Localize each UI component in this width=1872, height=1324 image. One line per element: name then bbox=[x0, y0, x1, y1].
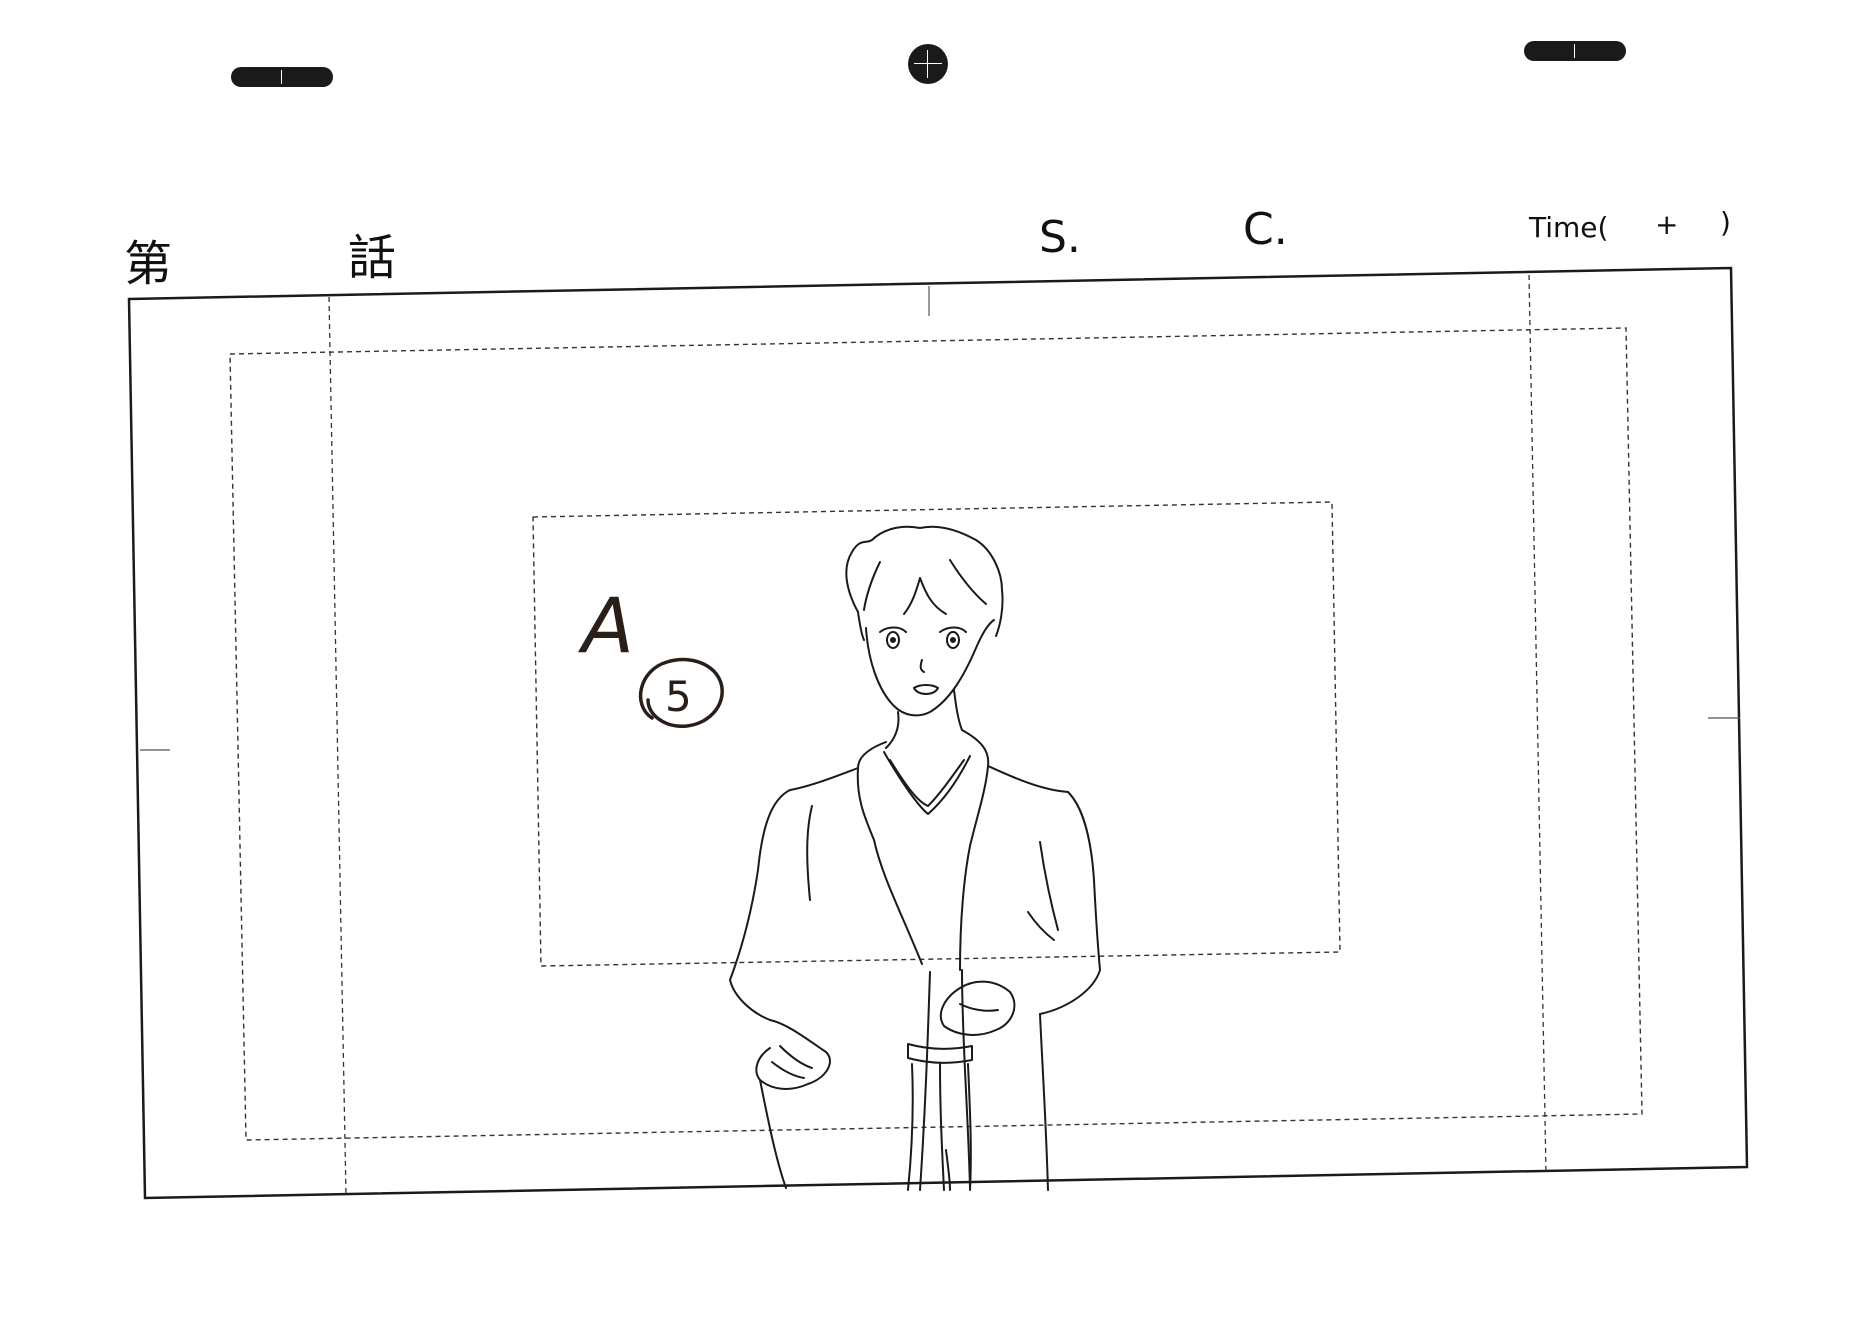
outer-frame bbox=[127, 266, 1749, 1200]
layout-drawing: A 5 bbox=[127, 266, 1749, 1200]
layer-letter-annotation: A bbox=[577, 581, 634, 670]
guide-vertical-left bbox=[328, 296, 347, 1196]
inner-frame bbox=[532, 501, 1341, 967]
layout-sheet: 第 話 S. C. Time( + ) A 5 bbox=[0, 0, 1872, 1324]
character-drawing bbox=[729, 525, 1101, 1191]
character-mouth bbox=[913, 684, 939, 695]
character-arm-left bbox=[729, 789, 791, 1021]
guide-vertical-right bbox=[1528, 274, 1547, 1173]
character-fist-left bbox=[755, 1019, 831, 1090]
frame-number-annotation: 5 bbox=[665, 672, 692, 721]
safe-frame bbox=[229, 327, 1643, 1141]
character-belt bbox=[907, 1043, 973, 1064]
character-face bbox=[865, 619, 995, 717]
character-fist-right bbox=[939, 980, 1016, 1036]
character-hair bbox=[845, 525, 1004, 637]
